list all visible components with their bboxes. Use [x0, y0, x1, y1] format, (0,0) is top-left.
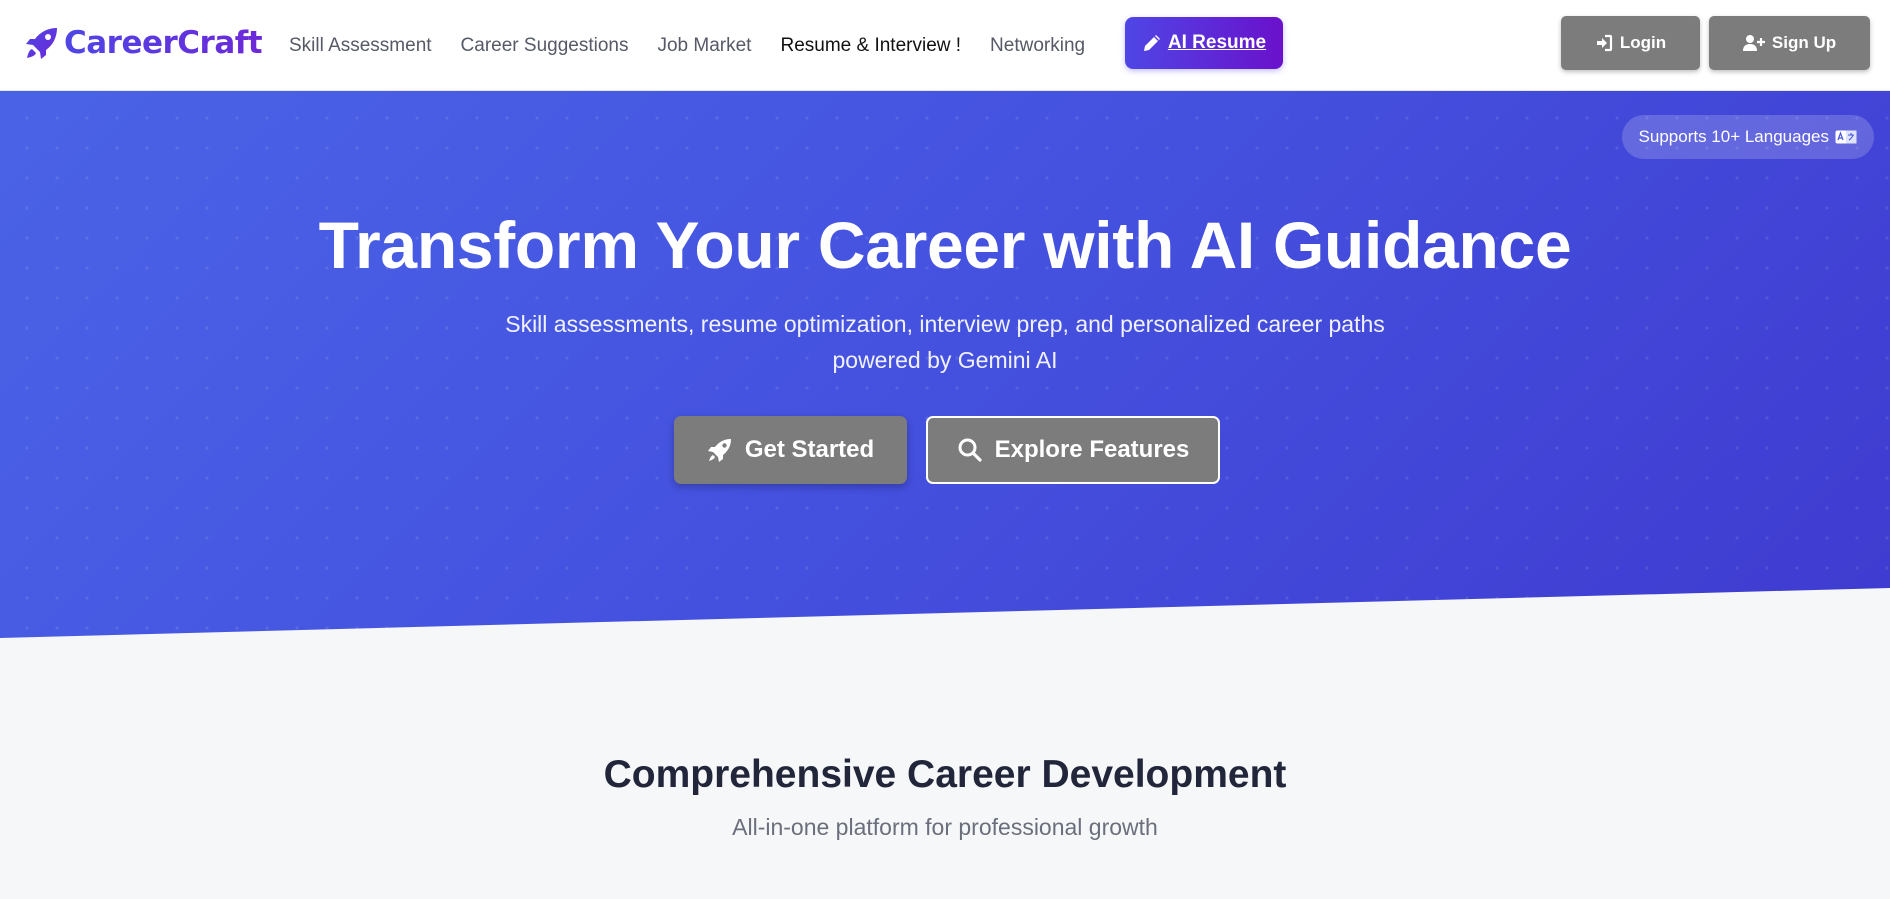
get-started-button[interactable]: Get Started: [674, 416, 907, 484]
pen-icon: [1142, 33, 1162, 53]
language-badge-text: Supports 10+ Languages: [1638, 127, 1829, 146]
login-button[interactable]: Login: [1561, 16, 1700, 70]
explore-features-label: Explore Features: [994, 436, 1190, 463]
search-icon: [957, 437, 983, 463]
top-navbar: CareerCraft Skill Assessment Career Sugg…: [0, 0, 1890, 91]
language-support-badge[interactable]: Supports 10+ Languages: [1621, 115, 1874, 159]
nav-career-suggestions[interactable]: Career Suggestions: [461, 35, 629, 57]
signup-label: Sign Up: [1771, 33, 1837, 52]
main-nav: Skill Assessment Career Suggestions Job …: [289, 0, 1114, 91]
rocket-icon: [24, 25, 60, 61]
hero-title: Transform Your Career with AI Guidance: [318, 208, 1572, 282]
login-label: Login: [1619, 33, 1667, 52]
ai-resume-label: AI Resume: [1167, 32, 1267, 53]
features-title: Comprehensive Career Development: [603, 753, 1287, 796]
brand-name: CareerCraft: [64, 25, 263, 61]
language-icon: [1835, 130, 1857, 144]
signup-button[interactable]: Sign Up: [1709, 16, 1870, 70]
nav-skill-assessment[interactable]: Skill Assessment: [289, 35, 432, 57]
user-plus-icon: [1742, 34, 1765, 52]
hero-subtitle: Skill assessments, resume optimization, …: [445, 306, 1445, 378]
sign-in-icon: [1595, 34, 1613, 52]
explore-features-button[interactable]: Explore Features: [926, 416, 1220, 484]
nav-job-market[interactable]: Job Market: [657, 35, 751, 57]
nav-resume-interview[interactable]: Resume & Interview !: [780, 35, 961, 57]
features-subtitle: All-in-one platform for professional gro…: [732, 814, 1158, 840]
hero-section: Supports 10+ Languages Transform Your Ca…: [0, 91, 1890, 638]
nav-networking[interactable]: Networking: [990, 35, 1085, 57]
get-started-label: Get Started: [744, 436, 875, 463]
rocket-icon: [707, 437, 733, 463]
hero-subtitle-line-1: Skill assessments, resume optimization, …: [505, 311, 1385, 337]
features-section: Comprehensive Career Development All-in-…: [0, 638, 1890, 899]
hero-subtitle-line-2: powered by Gemini AI: [832, 347, 1058, 373]
ai-resume-button[interactable]: AI Resume: [1125, 17, 1283, 69]
brand-logo-link[interactable]: CareerCraft: [24, 22, 263, 64]
